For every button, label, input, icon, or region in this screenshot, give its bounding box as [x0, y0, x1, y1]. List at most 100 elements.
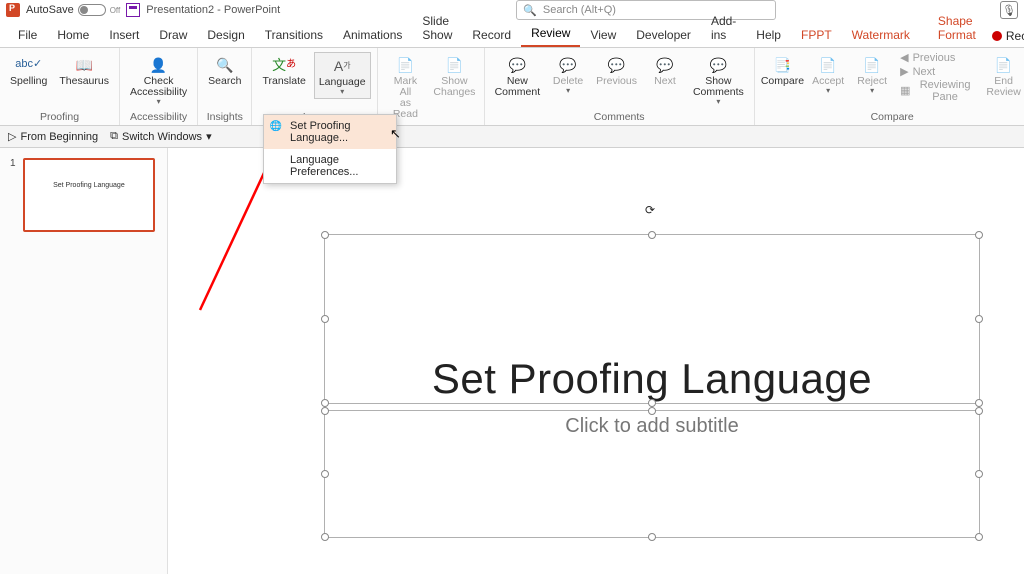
group-label-accessibility: Accessibility [130, 111, 187, 125]
handle-sw[interactable] [321, 533, 329, 541]
tab-view[interactable]: View [580, 22, 626, 47]
subtitle-placeholder[interactable]: Click to add subtitle [324, 410, 980, 538]
autosave-toggle[interactable]: AutoSave Off [26, 4, 120, 16]
translate-icon: 文あ [273, 54, 295, 76]
record-dot-icon [992, 31, 1002, 41]
group-compare: 📑Compare 📄Accept▾ 📄Reject▾ ◀Previous ▶Ne… [755, 48, 1024, 125]
compare-icon: 📑 [771, 54, 793, 76]
handle-se[interactable] [975, 533, 983, 541]
tab-fppt[interactable]: FPPT [791, 22, 842, 47]
quick-access-bar: ▷From Beginning ⧉Switch Windows▾ [0, 126, 1024, 148]
thumbnail-title: Set Proofing Language [53, 182, 125, 189]
tab-help[interactable]: Help [746, 22, 791, 47]
tab-developer[interactable]: Developer [626, 22, 701, 47]
ribbon-tabs: File Home Insert Draw Design Transitions… [0, 20, 1024, 48]
language-preferences-item[interactable]: Language Preferences... [264, 149, 396, 183]
handle-ne[interactable] [975, 407, 983, 415]
smart-lookup-button[interactable]: 🔍Search [204, 52, 245, 89]
tab-review[interactable]: Review [521, 20, 580, 47]
group-comments: 💬New Comment 💬Delete▾ 💬Previous 💬Next 💬S… [485, 48, 755, 125]
mark-all-read-button: 📄Mark All as Read [384, 52, 428, 122]
mouse-cursor-icon: ↖ [390, 126, 401, 142]
search-icon: 🔍 [214, 54, 236, 76]
compare-button[interactable]: 📑Compare [761, 52, 804, 89]
spelling-button[interactable]: abc✓Spelling [6, 52, 51, 89]
check-accessibility-button[interactable]: 👤Check Accessibility▾ [126, 52, 191, 108]
chevron-down-icon: ▾ [340, 88, 344, 96]
show-changes-icon: 📄 [443, 54, 465, 76]
mic-icon[interactable]: 🎙 [1000, 1, 1018, 19]
handle-w[interactable] [321, 470, 329, 478]
tab-shapeformat[interactable]: Shape Format [928, 8, 986, 47]
tab-draw[interactable]: Draw [149, 22, 197, 47]
group-label-proofing: Proofing [40, 111, 79, 125]
slide-subtitle-text[interactable]: Click to add subtitle [325, 411, 979, 438]
title-bar: AutoSave Off Presentation2 - PowerPoint … [0, 0, 1024, 20]
thumbnail-number: 1 [10, 158, 16, 169]
search-icon: 🔍 [523, 4, 537, 17]
tab-design[interactable]: Design [197, 22, 254, 47]
tab-addins[interactable]: Add-ins [701, 8, 746, 47]
handle-nw[interactable] [321, 407, 329, 415]
group-insights: 🔍Search Insights [198, 48, 252, 125]
next-comment-button: 💬Next [645, 52, 685, 89]
reject-icon: 📄 [861, 54, 883, 76]
tab-insert[interactable]: Insert [99, 22, 149, 47]
handle-e[interactable] [975, 315, 983, 323]
group-accessibility: 👤Check Accessibility▾ Accessibility [120, 48, 198, 125]
tab-file[interactable]: File [8, 22, 47, 47]
accept-button: 📄Accept▾ [808, 52, 848, 97]
reject-button: 📄Reject▾ [852, 52, 892, 97]
handle-sw[interactable] [321, 399, 329, 407]
save-icon[interactable] [126, 3, 140, 17]
toggle-off-icon[interactable] [78, 4, 106, 16]
play-icon: ▷ [8, 130, 16, 143]
thumbnail-1[interactable]: Set Proofing Language [23, 158, 155, 232]
end-review-icon: 📄 [993, 54, 1015, 76]
search-placeholder: Search (Alt+Q) [543, 4, 616, 16]
new-comment-button[interactable]: 💬New Comment [491, 52, 545, 100]
record-button[interactable]: Reco [986, 25, 1024, 47]
tab-record[interactable]: Record [462, 22, 521, 47]
show-comments-icon: 💬 [707, 54, 729, 76]
autosave-state: Off [110, 6, 121, 15]
handle-n[interactable] [648, 407, 656, 415]
handle-e[interactable] [975, 470, 983, 478]
title-placeholder[interactable]: ⟳ Set Proofing Language [324, 234, 980, 404]
ribbon: abc✓Spelling 📖Thesaurus Proofing 👤Check … [0, 48, 1024, 126]
accept-icon: 📄 [817, 54, 839, 76]
slide-thumbnails[interactable]: 1 Set Proofing Language [0, 148, 168, 574]
slide-title-text[interactable]: Set Proofing Language [325, 235, 979, 403]
rotate-handle-icon[interactable]: ⟳ [645, 203, 659, 217]
handle-n[interactable] [648, 231, 656, 239]
delete-comment-button: 💬Delete▾ [548, 52, 588, 97]
previous-change-button: ◀Previous [896, 52, 980, 66]
language-button[interactable]: A가Language▾ [314, 52, 371, 99]
group-label-tracking [429, 122, 432, 136]
show-comments-button[interactable]: 💬Show Comments▾ [689, 52, 748, 108]
document-title: Presentation2 - PowerPoint [146, 4, 280, 16]
handle-ne[interactable] [975, 231, 983, 239]
prev-comment-icon: 💬 [606, 54, 628, 76]
tab-watermark[interactable]: Watermark [842, 22, 920, 47]
translate-button[interactable]: 文あTranslate [258, 52, 309, 89]
from-beginning-button[interactable]: ▷From Beginning [8, 130, 98, 143]
thesaurus-button[interactable]: 📖Thesaurus [55, 52, 113, 89]
tab-slideshow[interactable]: Slide Show [412, 8, 462, 47]
thesaurus-icon: 📖 [73, 54, 95, 76]
group-label-comments: Comments [594, 111, 645, 125]
handle-se[interactable] [975, 399, 983, 407]
handle-s[interactable] [648, 533, 656, 541]
windows-icon: ⧉ [110, 130, 118, 143]
mark-read-icon: 📄 [394, 54, 416, 76]
tab-transitions[interactable]: Transitions [255, 22, 333, 47]
handle-s[interactable] [648, 399, 656, 407]
chevron-down-icon: ▾ [157, 98, 161, 106]
tab-home[interactable]: Home [47, 22, 99, 47]
proofing-icon: 🌐 [268, 118, 284, 134]
show-changes-button: 📄Show Changes [431, 52, 477, 100]
autosave-label: AutoSave [26, 4, 74, 16]
next-comment-icon: 💬 [654, 54, 676, 76]
set-proofing-language-item[interactable]: 🌐 Set Proofing Language... [264, 115, 396, 149]
tab-animations[interactable]: Animations [333, 22, 412, 47]
